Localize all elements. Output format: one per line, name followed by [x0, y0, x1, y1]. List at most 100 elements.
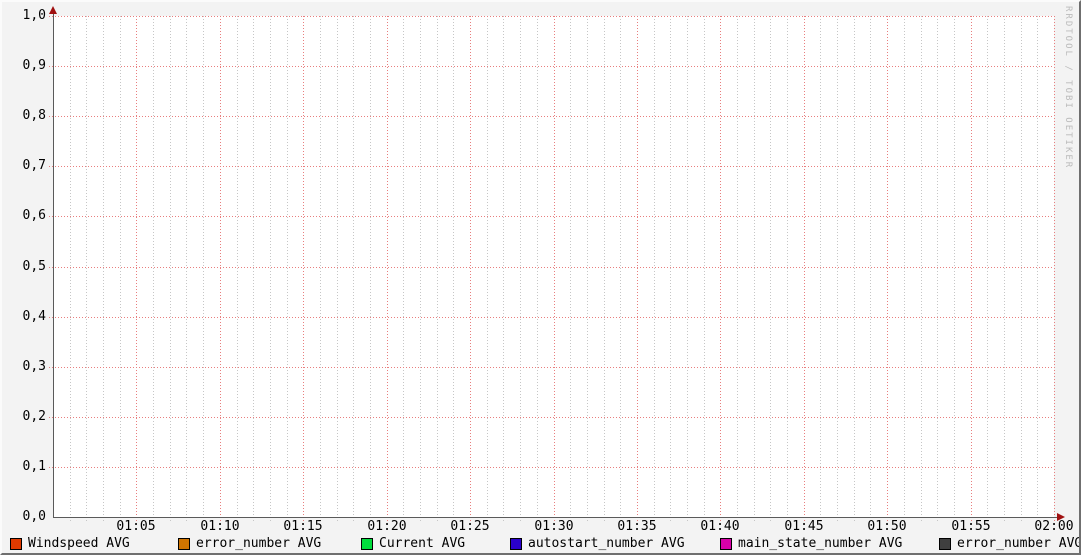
- minor-vertical-gridline: [70, 16, 71, 521]
- y-tick-label: 0,3: [22, 359, 46, 374]
- x-tick-label: 01:20: [367, 519, 407, 534]
- minor-vertical-gridline: [403, 16, 404, 521]
- major-vertical-gridline: [637, 16, 638, 521]
- minor-vertical-gridline: [670, 16, 671, 521]
- minor-vertical-gridline: [153, 16, 154, 521]
- minor-vertical-gridline: [420, 16, 421, 521]
- minor-vertical-gridline: [453, 16, 454, 521]
- minor-vertical-gridline: [370, 16, 371, 521]
- legend-label: main_state_number AVG: [738, 536, 903, 551]
- x-tick-label: 02:00: [1034, 519, 1074, 534]
- minor-vertical-gridline: [820, 16, 821, 521]
- minor-vertical-gridline: [103, 16, 104, 521]
- minor-vertical-gridline: [1037, 16, 1038, 521]
- legend-swatch-icon: [510, 538, 522, 550]
- major-horizontal-gridline: [49, 66, 1054, 67]
- minor-vertical-gridline: [870, 16, 871, 521]
- major-vertical-gridline: [1054, 16, 1055, 521]
- major-horizontal-gridline: [49, 16, 1054, 17]
- minor-vertical-gridline: [604, 16, 605, 521]
- major-vertical-gridline: [804, 16, 805, 521]
- minor-vertical-gridline: [620, 16, 621, 521]
- x-tick-label: 01:35: [617, 519, 657, 534]
- minor-vertical-gridline: [770, 16, 771, 521]
- major-vertical-gridline: [220, 16, 221, 521]
- minor-vertical-gridline: [503, 16, 504, 521]
- minor-vertical-gridline: [954, 16, 955, 521]
- x-tick-label: 01:15: [283, 519, 323, 534]
- y-tick-label: 0,2: [22, 409, 46, 424]
- minor-vertical-gridline: [754, 16, 755, 521]
- minor-vertical-gridline: [237, 16, 238, 521]
- minor-vertical-gridline: [904, 16, 905, 521]
- minor-vertical-gridline: [1004, 16, 1005, 521]
- major-horizontal-gridline: [49, 317, 1054, 318]
- minor-vertical-gridline: [186, 16, 187, 521]
- y-tick-label: 0,6: [22, 208, 46, 223]
- major-horizontal-gridline: [49, 367, 1054, 368]
- x-tick-label: 01:50: [867, 519, 907, 534]
- rrdtool-graph-frame: 1,0 0,9 0,8 0,7 0,6 0,5 0,4 0,3 0,2 0,1 0,0 01:05 0…: [0, 0, 1081, 555]
- legend-swatch-icon: [939, 538, 951, 550]
- minor-vertical-gridline: [487, 16, 488, 521]
- y-axis: [53, 12, 54, 518]
- major-horizontal-gridline: [49, 166, 1054, 167]
- minor-vertical-gridline: [120, 16, 121, 521]
- minor-vertical-gridline: [687, 16, 688, 521]
- minor-vertical-gridline: [921, 16, 922, 521]
- y-tick-label: 0,7: [22, 158, 46, 173]
- x-tick-label: 01:40: [700, 519, 740, 534]
- y-tick-label: 0,1: [22, 459, 46, 474]
- minor-vertical-gridline: [287, 16, 288, 521]
- minor-vertical-gridline: [987, 16, 988, 521]
- minor-vertical-gridline: [170, 16, 171, 521]
- major-vertical-gridline: [971, 16, 972, 521]
- major-vertical-gridline: [303, 16, 304, 521]
- major-vertical-gridline: [387, 16, 388, 521]
- y-tick-label: 0,4: [22, 309, 46, 324]
- x-tick-label: 01:30: [534, 519, 574, 534]
- minor-vertical-gridline: [437, 16, 438, 521]
- legend-swatch-icon: [720, 538, 732, 550]
- legend-swatch-icon: [361, 538, 373, 550]
- watermark: RRDTOOL / TOBI OETIKER: [1063, 6, 1073, 170]
- x-axis: [53, 517, 1058, 518]
- x-tick-label: 01:25: [450, 519, 490, 534]
- major-horizontal-gridline: [49, 467, 1054, 468]
- major-vertical-gridline: [136, 16, 137, 521]
- major-horizontal-gridline: [49, 267, 1054, 268]
- minor-vertical-gridline: [570, 16, 571, 521]
- minor-vertical-gridline: [737, 16, 738, 521]
- minor-vertical-gridline: [86, 16, 87, 521]
- x-tick-label: 01:45: [784, 519, 824, 534]
- minor-vertical-gridline: [337, 16, 338, 521]
- legend-label: error_number AVG: [957, 536, 1081, 551]
- legend-label: Windspeed AVG: [28, 536, 130, 551]
- minor-vertical-gridline: [537, 16, 538, 521]
- minor-vertical-gridline: [270, 16, 271, 521]
- minor-vertical-gridline: [704, 16, 705, 521]
- minor-vertical-gridline: [854, 16, 855, 521]
- legend-swatch-icon: [178, 538, 190, 550]
- major-vertical-gridline: [720, 16, 721, 521]
- major-vertical-gridline: [887, 16, 888, 521]
- legend-label: autostart_number AVG: [528, 536, 685, 551]
- legend-swatch-icon: [10, 538, 22, 550]
- minor-vertical-gridline: [203, 16, 204, 521]
- minor-vertical-gridline: [587, 16, 588, 521]
- major-horizontal-gridline: [49, 417, 1054, 418]
- y-tick-label: 0,9: [22, 58, 46, 73]
- y-axis-arrow-icon: [49, 6, 57, 14]
- major-vertical-gridline: [470, 16, 471, 521]
- minor-vertical-gridline: [654, 16, 655, 521]
- minor-vertical-gridline: [937, 16, 938, 521]
- legend-label: error_number AVG: [196, 536, 322, 551]
- minor-vertical-gridline: [520, 16, 521, 521]
- y-tick-label: 0,0: [22, 509, 46, 524]
- major-vertical-gridline: [554, 16, 555, 521]
- major-horizontal-gridline: [49, 216, 1054, 217]
- legend-label: Current AVG: [379, 536, 466, 551]
- y-tick-label: 0,5: [22, 259, 46, 274]
- major-horizontal-gridline: [49, 116, 1054, 117]
- minor-vertical-gridline: [1021, 16, 1022, 521]
